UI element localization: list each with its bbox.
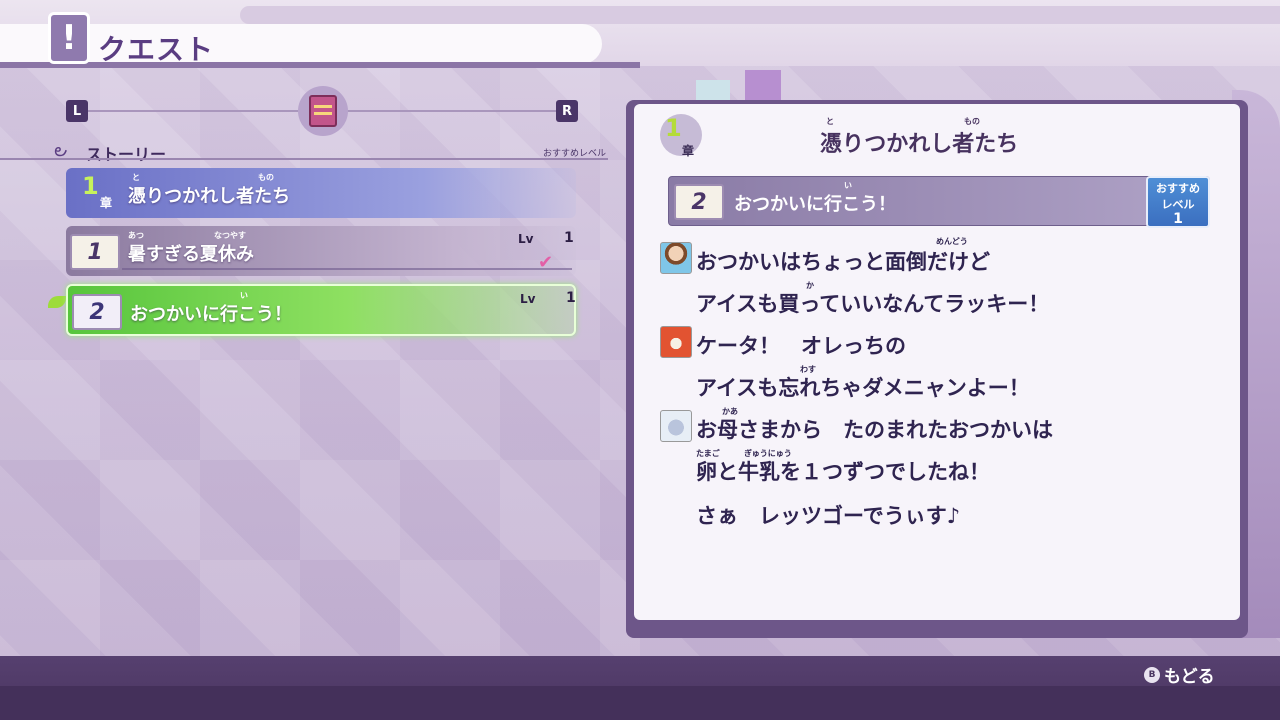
category-selector[interactable] bbox=[298, 86, 348, 136]
quest-title: おつかいに行こう！ bbox=[130, 304, 292, 325]
dialog-line: おつかいはちょっと面倒だけど bbox=[696, 250, 990, 274]
detail-chapter-title: 憑りつかれし者たち bbox=[820, 132, 1019, 157]
recommended-line1: おすすめ bbox=[1156, 182, 1200, 195]
row-underline bbox=[122, 268, 572, 270]
story-label: ストーリー bbox=[86, 145, 167, 164]
level-label: Lv bbox=[518, 232, 534, 246]
dialog-line: ケータ！ オレっちの bbox=[696, 334, 906, 358]
whisper-avatar-icon bbox=[660, 410, 692, 442]
detail-quest-title: おつかいに行こう！ bbox=[734, 194, 896, 215]
dialog-line: アイスも忘れちゃダメニャンよー！ bbox=[696, 376, 1030, 400]
chapter-number: 1 bbox=[82, 172, 99, 200]
back-button[interactable]: B もどる bbox=[1144, 662, 1215, 687]
back-label: もどる bbox=[1164, 667, 1215, 687]
detail-chapter-kanji: 章 bbox=[682, 144, 695, 158]
chapter-title: 憑りつかれし者たち bbox=[128, 186, 291, 207]
nav-left-button[interactable]: L bbox=[66, 100, 88, 122]
quest-number-badge: 2 bbox=[72, 294, 122, 330]
chapter-header-row[interactable]: 1 章 と もの 憑りつかれし者たち bbox=[66, 168, 576, 218]
detail-chapter-number: 1 bbox=[665, 114, 682, 142]
quest-list-item-selected[interactable]: 2 い おつかいに行こう！ Lv 1 bbox=[66, 284, 576, 336]
swirl-icon: ౿ bbox=[54, 140, 68, 161]
quest-list-item[interactable]: 1 あつ なつやす 暑すぎる夏休み Lv 1 ✔ bbox=[66, 226, 576, 276]
quest-number-badge: 1 bbox=[70, 234, 120, 270]
top-decoration bbox=[240, 6, 1280, 24]
keita-avatar-icon bbox=[660, 242, 692, 274]
level-label: Lv bbox=[520, 292, 536, 306]
bottom-bar-strip bbox=[0, 686, 1280, 720]
recommended-line2: レベル bbox=[1161, 198, 1195, 211]
dialog-line: アイスも買っていいなんてラッキー！ bbox=[696, 292, 1050, 316]
divider bbox=[0, 158, 608, 160]
book-icon bbox=[309, 95, 337, 127]
quest-title: 暑すぎる夏休み bbox=[128, 244, 254, 265]
exclamation-icon: ! bbox=[48, 12, 90, 64]
dialog-line: 卵と牛乳を１つずつでしたね！ bbox=[696, 460, 990, 484]
dialog-line: お母さまから たのまれたおつかいは bbox=[696, 418, 1053, 442]
recommended-value: 1 bbox=[1173, 211, 1183, 227]
detail-quest-number-badge: 2 bbox=[674, 184, 724, 220]
chapter-kanji: 章 bbox=[100, 196, 113, 210]
level-value: 1 bbox=[566, 290, 576, 306]
page-title: クエスト bbox=[98, 33, 215, 66]
header-underline bbox=[0, 62, 640, 68]
recommended-level-badge: おすすめ レベル 1 bbox=[1146, 176, 1210, 228]
level-value: 1 bbox=[564, 230, 574, 246]
nav-right-button[interactable]: R bbox=[556, 100, 578, 122]
jibanyan-avatar-icon bbox=[660, 326, 692, 358]
dialog-line: さぁ レッツゴーでうぃす♪ bbox=[696, 504, 961, 528]
b-button-icon: B bbox=[1144, 666, 1160, 683]
header-bar bbox=[0, 24, 602, 64]
